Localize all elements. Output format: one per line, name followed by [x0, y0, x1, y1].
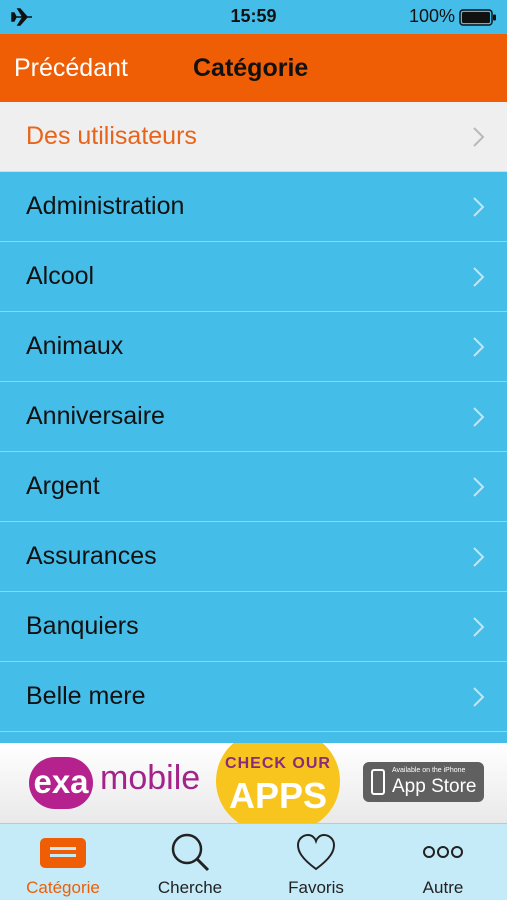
list-item[interactable]: Banquiers: [0, 592, 507, 662]
chevron-right-icon: [473, 477, 485, 497]
battery-icon: [459, 9, 496, 26]
chevron-right-icon: [473, 617, 485, 637]
chevron-right-icon: [473, 267, 485, 287]
list-item[interactable]: Belle mere: [0, 662, 507, 732]
category-icon: [40, 838, 86, 868]
chevron-right-icon: [473, 337, 485, 357]
tab-categorie[interactable]: Catégorie: [0, 824, 126, 900]
exa-logo: exa: [29, 757, 93, 809]
list-item[interactable]: Administration: [0, 172, 507, 242]
tab-label: Autre: [422, 878, 464, 897]
tab-label: Cherche: [157, 878, 223, 897]
app-store-text: App Store: [392, 776, 477, 797]
list-item-label: Argent: [26, 472, 100, 500]
mobile-logo-text: mobile: [100, 759, 201, 797]
tab-favoris[interactable]: Favoris: [253, 824, 379, 900]
tab-cherche[interactable]: Cherche: [127, 824, 253, 900]
iphone-icon: [371, 769, 385, 795]
back-button[interactable]: Précédant: [14, 34, 128, 102]
list-item[interactable]: Alcool: [0, 242, 507, 312]
page-title: Catégorie: [193, 54, 309, 82]
tab-label: Catégorie: [26, 878, 100, 897]
tab-autre[interactable]: Autre: [380, 824, 506, 900]
app-store-badge[interactable]: Available on the iPhone App Store: [363, 762, 484, 802]
chevron-right-icon: [473, 687, 485, 707]
navigation-bar: Précédant Catégorie: [0, 34, 507, 102]
check-our-text: CHECK OUR: [225, 755, 331, 772]
list-item-users[interactable]: Des utilisateurs: [0, 102, 507, 172]
tab-bar: Catégorie Cherche Favoris Autre: [0, 823, 507, 900]
chevron-right-icon: [473, 197, 485, 217]
chevron-right-icon: [473, 407, 485, 427]
heart-icon: [296, 833, 336, 871]
list-item[interactable]: Argent: [0, 452, 507, 522]
list-item-label: Assurances: [26, 542, 157, 570]
tab-label: Favoris: [288, 878, 344, 897]
list-item[interactable]: Assurances: [0, 522, 507, 592]
search-icon: [171, 833, 210, 872]
list-item-label: Des utilisateurs: [26, 122, 197, 150]
list-item-label: Belle mere: [26, 682, 146, 710]
list-item[interactable]: Anniversaire: [0, 382, 507, 452]
more-icon: [423, 846, 463, 858]
chevron-right-icon: [473, 127, 485, 147]
app-store-small-text: Available on the iPhone: [392, 767, 466, 774]
list-item-label: Animaux: [26, 332, 124, 360]
list-item-label: Alcool: [26, 262, 95, 290]
chevron-right-icon: [473, 547, 485, 567]
battery-percent: 100%: [408, 6, 455, 26]
list-item-label: Anniversaire: [26, 402, 165, 430]
list-item-label: Administration: [26, 192, 185, 220]
list-item[interactable]: Animaux: [0, 312, 507, 382]
apps-text: APPS: [228, 775, 328, 816]
status-bar: 15:59 100%: [0, 0, 507, 34]
category-list: Des utilisateurs Administration Alcool A…: [0, 102, 507, 732]
ad-banner[interactable]: exa mobile CHECK OUR APPS Available on t…: [0, 743, 507, 823]
list-item-label: Banquiers: [26, 612, 139, 640]
